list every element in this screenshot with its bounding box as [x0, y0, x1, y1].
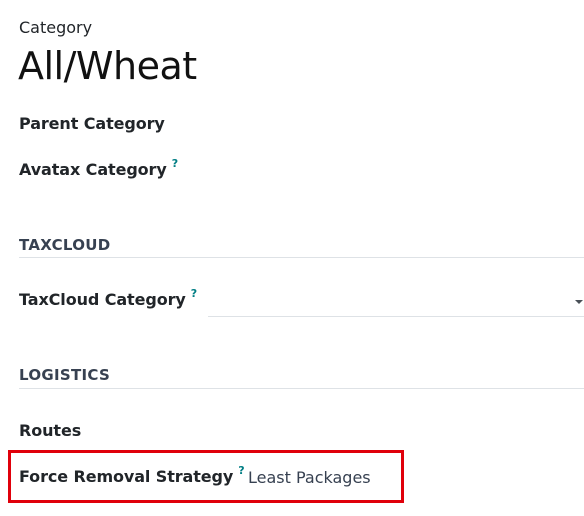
logistics-section-divider	[19, 388, 584, 389]
help-tooltip-icon[interactable]: ?	[191, 287, 197, 300]
page-title[interactable]: All/Wheat	[18, 44, 197, 88]
taxcloud-category-label: TaxCloud Category	[19, 290, 186, 309]
avatax-category-row: Avatax Category?	[19, 157, 178, 179]
product-category-form: Category All/Wheat Parent Category Avata…	[0, 0, 584, 516]
taxcloud-category-row: TaxCloud Category?	[19, 287, 197, 309]
routes-label: Routes	[19, 421, 82, 440]
force-removal-strategy-row: Force Removal Strategy?	[19, 464, 245, 486]
chevron-down-icon[interactable]	[575, 300, 583, 304]
category-label: Category	[19, 18, 93, 37]
logistics-section-title: LOGISTICS	[19, 366, 111, 384]
help-tooltip-icon[interactable]: ?	[172, 157, 178, 170]
help-tooltip-icon[interactable]: ?	[238, 464, 244, 477]
force-removal-strategy-label: Force Removal Strategy	[19, 467, 234, 486]
taxcloud-section-divider	[19, 257, 584, 258]
avatax-category-label: Avatax Category	[19, 160, 167, 179]
taxcloud-section-title: TAXCLOUD	[19, 236, 111, 254]
parent-category-label: Parent Category	[19, 114, 165, 133]
force-removal-strategy-value[interactable]: Least Packages	[248, 468, 371, 487]
taxcloud-category-select[interactable]	[208, 286, 584, 317]
